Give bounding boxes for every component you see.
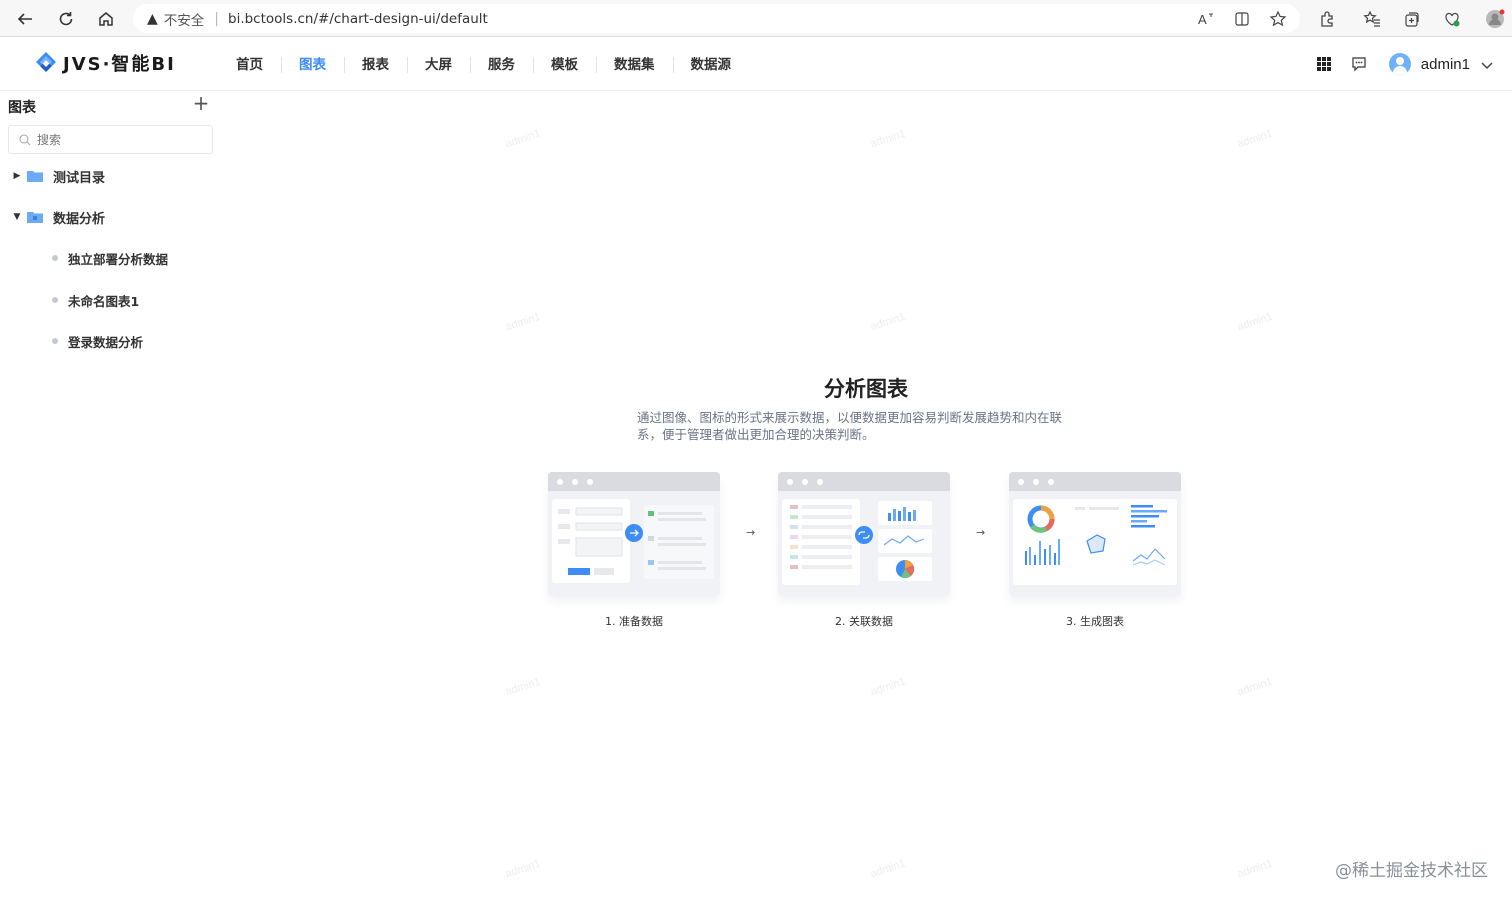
url-text: bi.bctools.cn/#/chart-design-ui/default bbox=[228, 10, 488, 27]
caret-down-icon[interactable]: ▼ bbox=[12, 212, 22, 222]
address-bar[interactable]: ▲ 不安全 | bi.bctools.cn/#/chart-design-ui/… bbox=[133, 4, 1300, 33]
tree-item-chart[interactable]: 未命名图表1 bbox=[52, 290, 139, 310]
watermark: admin1 bbox=[504, 675, 543, 699]
watermark: admin1 bbox=[1236, 127, 1275, 151]
watermark: admin1 bbox=[1236, 675, 1275, 699]
tree-item-label: 独立部署分析数据 bbox=[68, 251, 169, 267]
profile-icon[interactable] bbox=[1484, 8, 1506, 30]
tree-item-chart[interactable]: 登录数据分析 bbox=[52, 331, 143, 351]
card-titlebar bbox=[548, 472, 720, 491]
step-card-relate bbox=[778, 472, 950, 596]
card-titlebar bbox=[778, 472, 950, 491]
browser-toolbar: ▲ 不安全 | bi.bctools.cn/#/chart-design-ui/… bbox=[0, 0, 1512, 37]
step-card-generate bbox=[1009, 472, 1181, 596]
read-aloud-icon[interactable]: A bbox=[1195, 8, 1217, 30]
step-label-generate: 3. 生成图表 bbox=[1066, 615, 1124, 628]
watermark: admin1 bbox=[504, 127, 543, 151]
search-icon bbox=[19, 133, 31, 145]
arrow-right-icon: → bbox=[746, 526, 756, 539]
folder-label: 测试目录 bbox=[53, 170, 106, 186]
generate-chart-illustration bbox=[1013, 499, 1177, 585]
folder-icon bbox=[27, 170, 43, 182]
nav-item-charts[interactable]: 图表 bbox=[281, 51, 344, 79]
add-icon[interactable]: + bbox=[192, 93, 210, 113]
nav-item-big-screen[interactable]: 大屏 bbox=[407, 51, 470, 79]
watermark: admin1 bbox=[869, 310, 908, 334]
sidebar: 图表 + ▶ 测试目录 ▼ 数据分析 独立部署分析数据 未命名图表1 登录数据分… bbox=[0, 91, 220, 905]
bullet-dot bbox=[52, 255, 58, 261]
watermark: admin1 bbox=[1236, 310, 1275, 334]
tree-folder-test[interactable]: ▶ 测试目录 bbox=[0, 165, 105, 187]
performance-icon[interactable] bbox=[1441, 8, 1463, 30]
header-right: admin1 bbox=[1313, 49, 1494, 79]
home-icon[interactable] bbox=[95, 8, 117, 30]
caret-right-icon[interactable]: ▶ bbox=[12, 171, 22, 181]
nav-item-templates[interactable]: 模板 bbox=[533, 51, 596, 79]
relate-data-illustration bbox=[782, 499, 932, 585]
logo-mark-icon bbox=[33, 50, 59, 76]
logo-text: JVS·智能BI bbox=[63, 54, 176, 75]
warning-icon: ▲ bbox=[147, 10, 158, 27]
app-header: JVS·智能BI 首页 图表 报表 大屏 服务 模板 数据集 数据源 admin… bbox=[0, 37, 1512, 91]
tree-item-label: 未命名图表1 bbox=[68, 293, 140, 309]
step-label-relate: 2. 关联数据 bbox=[835, 615, 893, 628]
watermark: admin1 bbox=[869, 857, 908, 881]
apps-grid-icon[interactable] bbox=[1313, 53, 1335, 75]
main-content: admin1 admin1 admin1 admin1 admin1 admin… bbox=[220, 91, 1512, 905]
sidebar-search[interactable] bbox=[8, 125, 213, 154]
watermark: admin1 bbox=[869, 675, 908, 699]
address-separator: | bbox=[214, 10, 219, 27]
nav-item-reports[interactable]: 报表 bbox=[344, 51, 407, 79]
avatar[interactable] bbox=[1388, 53, 1411, 75]
message-icon[interactable] bbox=[1348, 53, 1370, 75]
arrow-right-icon: → bbox=[976, 526, 986, 539]
watermark: admin1 bbox=[504, 857, 543, 881]
folder-open-icon bbox=[27, 211, 43, 223]
svg-text:A: A bbox=[1198, 12, 1207, 27]
watermark: admin1 bbox=[869, 127, 908, 151]
card-titlebar bbox=[1009, 472, 1181, 491]
tree-item-label: 登录数据分析 bbox=[68, 334, 144, 350]
juejin-watermark: @稀土掘金技术社区 bbox=[1335, 861, 1488, 881]
bullet-dot bbox=[52, 338, 58, 344]
prepare-data-illustration bbox=[552, 499, 714, 583]
sidebar-title: 图表 bbox=[8, 100, 36, 116]
watermark: admin1 bbox=[504, 310, 543, 334]
back-icon[interactable] bbox=[14, 8, 36, 30]
folder-label: 数据分析 bbox=[53, 211, 106, 227]
page-title: 分析图表 bbox=[824, 377, 908, 401]
main-nav: 首页 图表 报表 大屏 服务 模板 数据集 数据源 bbox=[218, 51, 749, 79]
favorites-icon[interactable] bbox=[1361, 8, 1383, 30]
watermark: admin1 bbox=[1236, 857, 1275, 881]
reload-icon[interactable] bbox=[55, 8, 77, 30]
tree-item-chart[interactable]: 独立部署分析数据 bbox=[52, 248, 168, 268]
step-card-prepare bbox=[548, 472, 720, 596]
tree-folder-analysis[interactable]: ▼ 数据分析 bbox=[0, 206, 105, 228]
nav-item-datasets[interactable]: 数据集 bbox=[596, 51, 673, 79]
nav-item-services[interactable]: 服务 bbox=[470, 51, 533, 79]
favorite-star-icon[interactable] bbox=[1267, 8, 1289, 30]
page-description: 通过图像、图标的形式来展示数据，以便数据更加容易判断发展趋势和内在联系，便于管理… bbox=[637, 410, 1063, 442]
logo[interactable]: JVS·智能BI bbox=[33, 50, 176, 76]
nav-item-datasources[interactable]: 数据源 bbox=[672, 51, 750, 79]
extensions-icon[interactable] bbox=[1316, 8, 1338, 30]
collections-icon[interactable] bbox=[1401, 8, 1423, 30]
insecure-label: 不安全 bbox=[163, 12, 205, 29]
search-input[interactable] bbox=[37, 132, 187, 147]
split-screen-icon[interactable] bbox=[1231, 8, 1253, 30]
nav-item-home[interactable]: 首页 bbox=[218, 51, 281, 79]
step-label-prepare: 1. 准备数据 bbox=[605, 615, 663, 628]
username[interactable]: admin1 bbox=[1421, 56, 1470, 73]
chevron-down-icon[interactable] bbox=[1480, 55, 1494, 74]
bullet-dot bbox=[52, 297, 58, 303]
